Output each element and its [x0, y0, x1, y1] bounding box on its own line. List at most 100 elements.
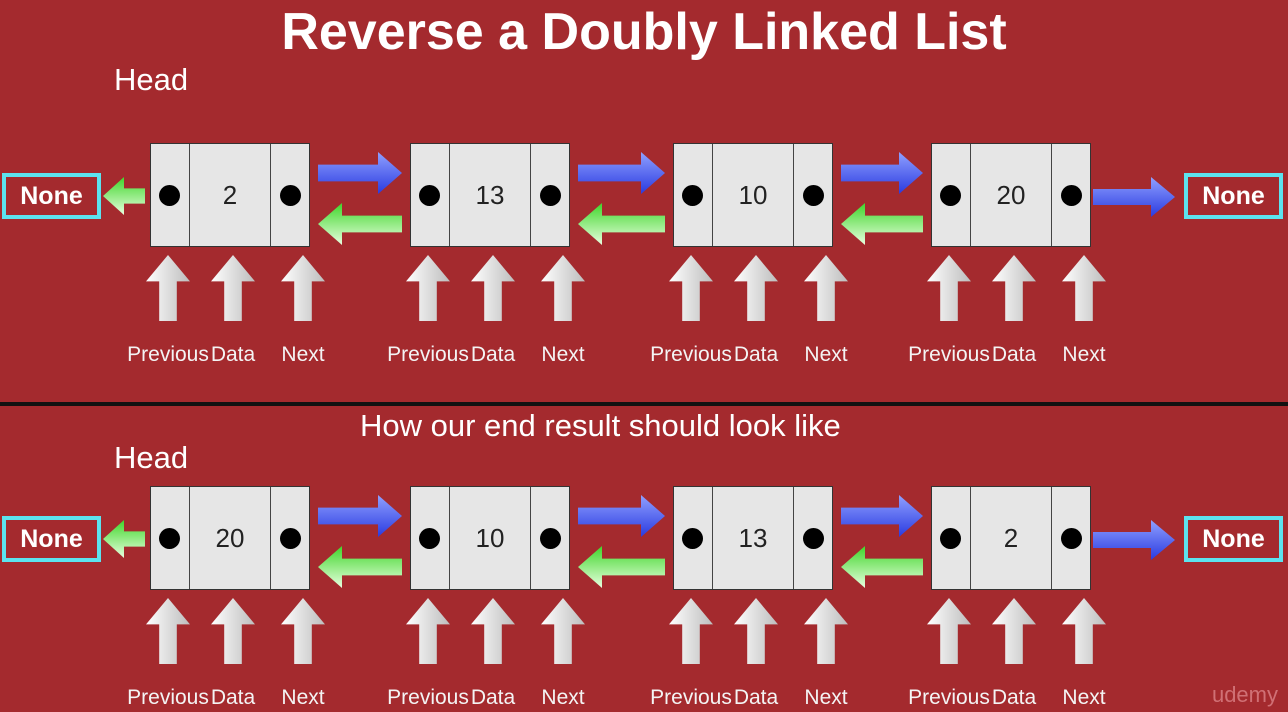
pointer-dot-icon: [1060, 184, 1082, 206]
data-cell: 20: [188, 487, 272, 589]
field-label: Next: [804, 343, 848, 366]
pointer-dot-icon: [159, 184, 181, 206]
pointer-dot-icon: [940, 184, 962, 206]
field-label: Next: [804, 686, 848, 709]
list-node: 20: [150, 486, 310, 590]
up-arrow-icon: [471, 255, 515, 321]
next-pointer-cell: [531, 144, 569, 246]
prev-arrow-icon: [103, 177, 145, 215]
list-node: 10: [673, 143, 833, 247]
previous-pointer-cell: [151, 144, 189, 246]
up-arrow-icon: [211, 598, 255, 664]
list-node: 10: [410, 486, 570, 590]
previous-pointer-cell: [674, 144, 712, 246]
prev-link-arrow-icon: [318, 203, 402, 245]
up-arrow-icon: [992, 598, 1036, 664]
up-arrow-icon: [211, 255, 255, 321]
data-cell: 10: [711, 144, 795, 246]
up-arrow-icon: [406, 255, 450, 321]
next-link-arrow-icon: [841, 495, 923, 537]
up-arrow-icon: [146, 255, 190, 321]
prev-link-arrow-icon: [841, 203, 923, 245]
up-arrow-icon: [734, 598, 778, 664]
previous-pointer-cell: [932, 144, 970, 246]
prev-arrow-icon: [103, 520, 145, 558]
data-cell: 2: [969, 487, 1053, 589]
prev-link-arrow-icon: [841, 546, 923, 588]
next-arrow-icon: [1093, 520, 1175, 560]
up-arrow-icon: [406, 598, 450, 664]
up-arrow-icon: [669, 255, 713, 321]
next-pointer-cell: [271, 144, 309, 246]
data-cell: 13: [711, 487, 795, 589]
next-link-arrow-icon: [578, 152, 665, 194]
none-terminal-right: None: [1184, 173, 1283, 219]
pointer-dot-icon: [159, 527, 181, 549]
next-link-arrow-icon: [841, 152, 923, 194]
pointer-dot-icon: [682, 184, 704, 206]
pointer-dot-icon: [940, 527, 962, 549]
subtitle: How our end result should look like: [360, 408, 841, 443]
pointer-dot-icon: [539, 184, 561, 206]
data-cell: 20: [969, 144, 1053, 246]
next-link-arrow-icon: [318, 152, 402, 194]
list-node: 2: [931, 486, 1091, 590]
prev-link-arrow-icon: [578, 203, 665, 245]
pointer-dot-icon: [419, 184, 441, 206]
none-terminal-left: None: [2, 516, 101, 562]
up-arrow-icon: [1062, 598, 1106, 664]
up-arrow-icon: [146, 598, 190, 664]
next-pointer-cell: [271, 487, 309, 589]
next-link-arrow-icon: [578, 495, 665, 537]
pointer-dot-icon: [539, 527, 561, 549]
up-arrow-icon: [804, 598, 848, 664]
data-cell: 13: [448, 144, 532, 246]
field-label: Next: [1062, 686, 1106, 709]
previous-pointer-cell: [151, 487, 189, 589]
previous-pointer-cell: [411, 487, 449, 589]
up-arrow-icon: [281, 598, 325, 664]
previous-pointer-cell: [932, 487, 970, 589]
pointer-dot-icon: [682, 527, 704, 549]
pointer-dot-icon: [419, 527, 441, 549]
next-link-arrow-icon: [318, 495, 402, 537]
pointer-dot-icon: [1060, 527, 1082, 549]
field-label: Next: [541, 686, 585, 709]
list-node: 20: [931, 143, 1091, 247]
up-arrow-icon: [541, 255, 585, 321]
list-node: 13: [673, 486, 833, 590]
head-label: Head: [114, 62, 189, 97]
pointer-dot-icon: [802, 527, 824, 549]
prev-link-arrow-icon: [578, 546, 665, 588]
up-arrow-icon: [734, 255, 778, 321]
field-label: Next: [281, 343, 325, 366]
data-cell: 10: [448, 487, 532, 589]
previous-pointer-cell: [411, 144, 449, 246]
next-pointer-cell: [1052, 487, 1090, 589]
divider: [0, 402, 1288, 406]
pointer-dot-icon: [802, 184, 824, 206]
up-arrow-icon: [804, 255, 848, 321]
up-arrow-icon: [927, 598, 971, 664]
page-title: Reverse a Doubly Linked List: [281, 3, 1007, 61]
next-pointer-cell: [794, 487, 832, 589]
next-pointer-cell: [1052, 144, 1090, 246]
up-arrow-icon: [669, 598, 713, 664]
up-arrow-icon: [541, 598, 585, 664]
data-cell: 2: [188, 144, 272, 246]
prev-link-arrow-icon: [318, 546, 402, 588]
next-arrow-icon: [1093, 177, 1175, 217]
pointer-dot-icon: [279, 527, 301, 549]
list-node: 13: [410, 143, 570, 247]
up-arrow-icon: [471, 598, 515, 664]
field-label: Next: [541, 343, 585, 366]
none-terminal-left: None: [2, 173, 101, 219]
udemy-watermark: udemy: [1211, 682, 1278, 707]
field-label: Next: [281, 686, 325, 709]
next-pointer-cell: [794, 144, 832, 246]
up-arrow-icon: [992, 255, 1036, 321]
list-node: 2: [150, 143, 310, 247]
next-pointer-cell: [531, 487, 569, 589]
up-arrow-icon: [281, 255, 325, 321]
head-label: Head: [114, 440, 189, 475]
